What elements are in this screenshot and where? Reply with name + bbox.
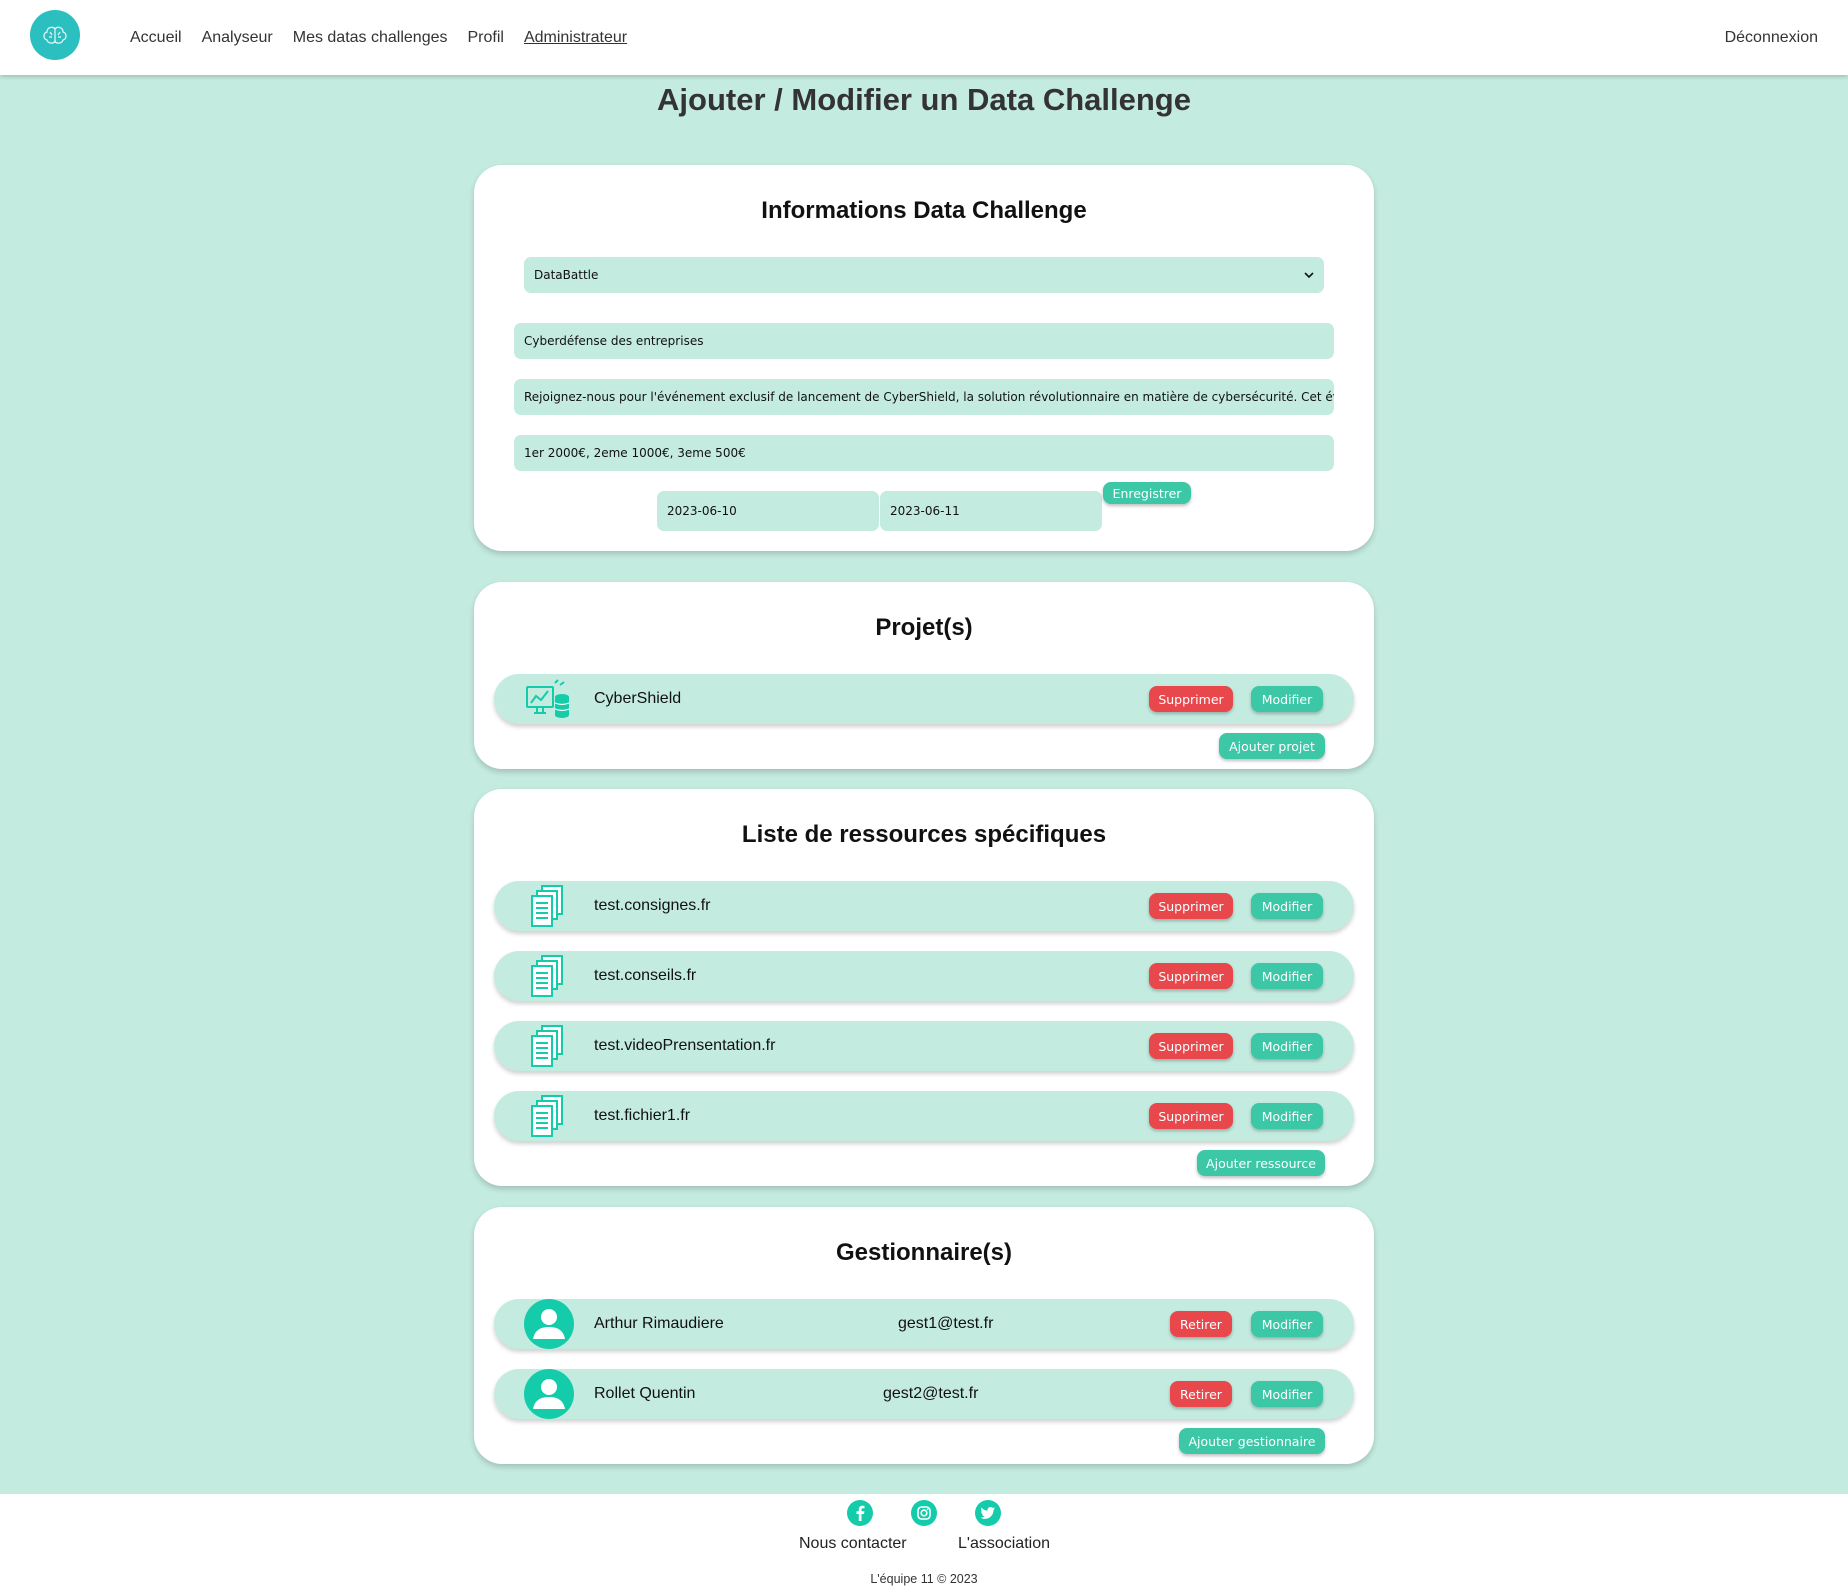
contact-link[interactable]: Nous contacter [799,1535,907,1553]
resource-name: test.videoPrensentation.fr [594,1037,776,1054]
manager-name: Arthur Rimaudiere [594,1315,724,1332]
remove-manager-button[interactable]: Retirer [1170,1311,1232,1337]
projects-card: Projet(s) CyberShield Supprimer Modifier… [474,582,1374,769]
projects-card-title: Projet(s) [875,614,973,641]
challenge-prizes-input[interactable]: 1er 2000€, 2eme 1000€, 3eme 500€ [514,435,1334,471]
footer: Nous contacter L'association L'équipe 11… [0,1494,1848,1586]
end-date-input[interactable]: 2023-06-11 [880,491,1102,531]
edit-resource-button[interactable]: Modifier [1251,893,1323,919]
project-row: CyberShield Supprimer Modifier [494,674,1354,724]
project-name: CyberShield [594,690,682,707]
delete-resource-button[interactable]: Supprimer [1149,1033,1233,1059]
challenge-name-input[interactable]: Cyberdéfense des entreprises [514,323,1334,359]
association-link[interactable]: L'association [958,1535,1050,1553]
logout-link[interactable]: Déconnexion [1725,0,1818,75]
manager-row: Rollet Quentin gest2@test.fr Retirer Mod… [494,1369,1354,1419]
edit-resource-button[interactable]: Modifier [1251,1103,1323,1129]
info-card: Informations Data Challenge DataBattle C… [474,165,1374,551]
edit-resource-button[interactable]: Modifier [1251,963,1323,989]
delete-resource-button[interactable]: Supprimer [1149,1103,1233,1129]
save-button[interactable]: Enregistrer [1103,482,1191,504]
navbar: Accueil Analyseur Mes datas challenges P… [0,0,1848,75]
challenge-type-select[interactable]: DataBattle [524,257,1324,293]
document-stack-icon [524,953,572,999]
manager-email: gest1@test.fr [898,1315,994,1332]
delete-project-button[interactable]: Supprimer [1149,686,1233,712]
add-manager-button[interactable]: Ajouter gestionnaire [1179,1428,1325,1454]
nav-mes-datas-challenges[interactable]: Mes datas challenges [293,29,448,47]
document-stack-icon [524,1023,572,1069]
edit-manager-button[interactable]: Modifier [1251,1311,1323,1337]
manager-row: Arthur Rimaudiere gest1@test.fr Retirer … [494,1299,1354,1349]
project-chart-icon [524,676,572,722]
resource-name: test.fichier1.fr [594,1107,691,1124]
copyright-text: L'équipe 11 © 2023 [870,1572,978,1586]
document-stack-icon [524,883,572,929]
chevron-down-icon [1304,268,1314,282]
delete-resource-button[interactable]: Supprimer [1149,963,1233,989]
facebook-icon[interactable] [847,1500,873,1526]
nav-administrateur[interactable]: Administrateur [524,29,627,47]
manager-name: Rollet Quentin [594,1385,696,1402]
remove-manager-button[interactable]: Retirer [1170,1381,1232,1407]
challenge-description-input[interactable]: Rejoignez-nous pour l'événement exclusif… [514,379,1334,415]
instagram-icon[interactable] [911,1500,937,1526]
manager-email: gest2@test.fr [883,1385,979,1402]
document-stack-icon [524,1093,572,1139]
resources-card-title: Liste de ressources spécifiques [741,821,1107,848]
resource-row: test.conseils.fr Supprimer Modifier [494,951,1354,1001]
nav-accueil[interactable]: Accueil [130,29,182,47]
edit-project-button[interactable]: Modifier [1251,686,1323,712]
nav-analyseur[interactable]: Analyseur [202,29,273,47]
brain-logo-icon[interactable] [30,10,80,60]
challenge-type-value: DataBattle [534,268,599,282]
resource-name: test.conseils.fr [594,967,697,984]
managers-card-title: Gestionnaire(s) [835,1239,1013,1266]
nav-profil[interactable]: Profil [468,29,504,47]
user-avatar-icon [524,1299,574,1349]
twitter-icon[interactable] [975,1500,1001,1526]
info-card-title: Informations Data Challenge [761,197,1087,224]
add-resource-button[interactable]: Ajouter ressource [1197,1150,1325,1176]
add-project-button[interactable]: Ajouter projet [1219,733,1325,759]
user-avatar-icon [524,1369,574,1419]
start-date-input[interactable]: 2023-06-10 [657,491,879,531]
edit-manager-button[interactable]: Modifier [1251,1381,1323,1407]
resource-row: test.videoPrensentation.fr Supprimer Mod… [494,1021,1354,1071]
resource-row: test.consignes.fr Supprimer Modifier [494,881,1354,931]
delete-resource-button[interactable]: Supprimer [1149,893,1233,919]
page-title: Ajouter / Modifier un Data Challenge [657,82,1191,117]
resource-row: test.fichier1.fr Supprimer Modifier [494,1091,1354,1141]
edit-resource-button[interactable]: Modifier [1251,1033,1323,1059]
resources-card: Liste de ressources spécifiques test.con… [474,789,1374,1186]
resource-name: test.consignes.fr [594,897,711,914]
managers-card: Gestionnaire(s) Arthur Rimaudiere gest1@… [474,1207,1374,1464]
